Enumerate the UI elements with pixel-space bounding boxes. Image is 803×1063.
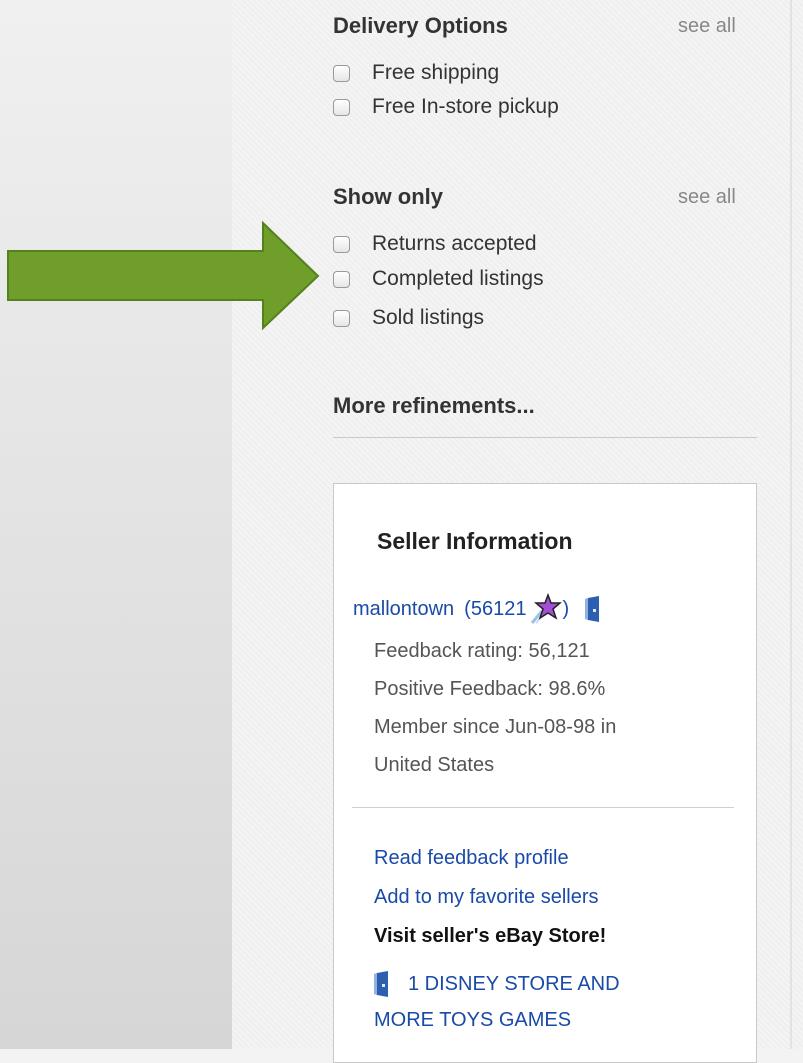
filter-label: Free In-store pickup [372,95,559,118]
filter-label: Free shipping [372,61,500,84]
seller-name-link[interactable]: mallontown [353,598,454,621]
filter-label: Sold listings [372,306,485,329]
panel-edge [790,0,792,1049]
visit-store-label: Visit seller's eBay Store! [374,925,607,947]
add-favorite-sellers-link[interactable]: Add to my favorite sellers [374,886,599,909]
delivery-options-heading: Delivery Options [333,13,508,38]
show-only-see-all-link[interactable]: see all [678,186,736,209]
more-refinements-link[interactable]: More refinements... [333,393,535,419]
checkbox[interactable] [333,235,350,253]
show-only-heading: Show only [333,184,443,209]
filter-label: Completed listings [372,267,544,290]
filter-free-in-store-pickup[interactable]: Free In-store pickup [333,94,559,120]
filter-label: Returns accepted [372,232,537,255]
store-door-icon [374,970,388,998]
store-link[interactable]: 1 DISNEY STORE AND [374,970,620,998]
checkbox[interactable] [333,64,350,82]
seller-score[interactable]: (56121 [464,598,526,621]
checkbox[interactable] [333,98,350,116]
right-arrow-icon [7,220,320,330]
member-location: United States [374,754,495,776]
seller-divider [352,807,734,808]
filter-completed-listings[interactable]: Completed listings [333,266,544,292]
checkbox[interactable] [333,270,350,288]
store-name-line-2[interactable]: MORE TOYS GAMES [374,1009,571,1032]
filter-returns-accepted[interactable]: Returns accepted [333,231,537,257]
checkbox[interactable] [333,309,350,327]
seller-score-close: ) [562,597,570,620]
store-name-line-1[interactable]: 1 DISNEY STORE AND [408,973,620,996]
read-feedback-link[interactable]: Read feedback profile [374,847,569,870]
store-door-icon[interactable] [585,595,600,623]
seller-name-line: mallontown (56121 ) [353,592,600,625]
section-divider [333,437,757,438]
filter-free-shipping[interactable]: Free shipping [333,60,499,86]
member-since: Member since Jun-08-98 in [374,716,617,738]
feedback-rating: Feedback rating: 56,121 [374,640,590,662]
purple-star-icon[interactable] [528,592,563,625]
seller-info-title: Seller Information [377,528,573,554]
positive-feedback: Positive Feedback: 98.6% [374,678,606,700]
filter-sold-listings[interactable]: Sold listings [333,305,484,331]
delivery-see-all-link[interactable]: see all [678,15,736,38]
